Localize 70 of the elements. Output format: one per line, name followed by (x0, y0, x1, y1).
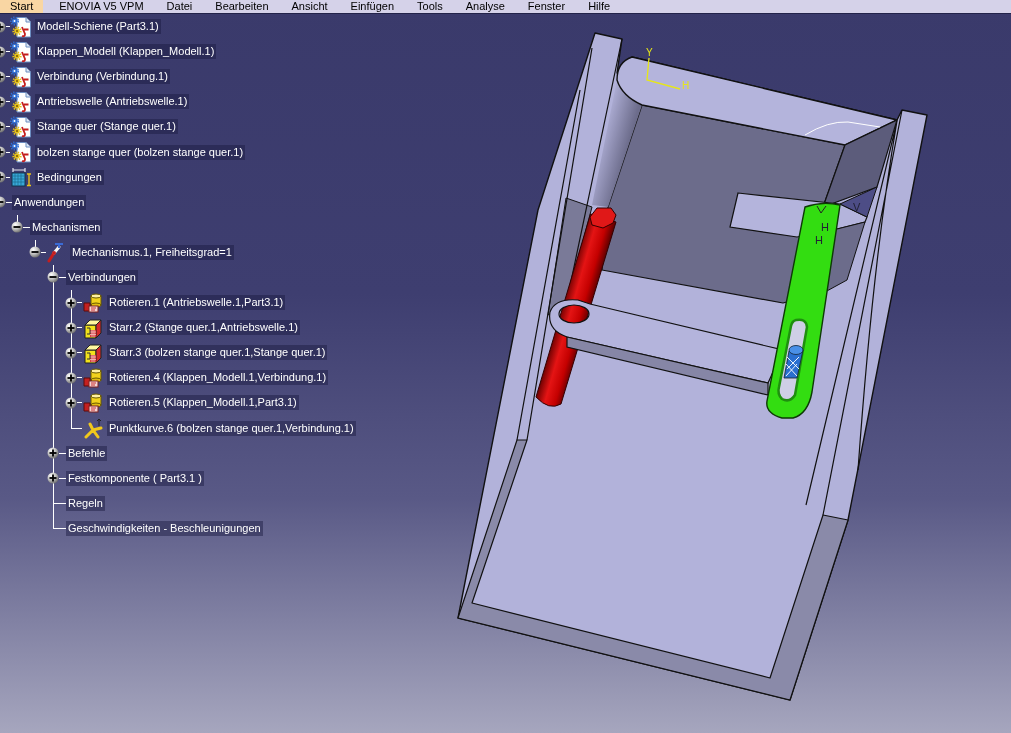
tree-item[interactable]: Punktkurve.6 (bolzen stange quer.1,Verbindung.1) (107, 420, 356, 436)
tree-toggle[interactable] (0, 95, 6, 108)
joint-label: V (853, 201, 861, 213)
cylinder-block-icon (82, 391, 104, 414)
tree-item[interactable]: Rotieren.1 (Antriebswelle.1,Part3.1) (107, 295, 286, 311)
grid-bracket-icon (10, 166, 32, 189)
tree-item[interactable]: Geschwindigkeiten - Beschleunigungen (66, 520, 263, 536)
tree-item[interactable]: Verbindungen (66, 270, 138, 285)
tree-toggle[interactable] (65, 321, 77, 334)
cross-arrow-icon (82, 417, 104, 440)
tree-item[interactable]: Regeln (66, 495, 105, 511)
tree-item[interactable]: Antriebswelle (Antriebswelle.1) (35, 94, 190, 110)
menu-item[interactable]: Start (0, 0, 44, 13)
tree-toggle[interactable] (0, 196, 6, 209)
tree-toggle[interactable] (0, 20, 6, 33)
menu-item[interactable]: Ansicht (284, 0, 335, 13)
joint-label: H (821, 221, 829, 233)
menu-item[interactable]: Einfügen (343, 0, 402, 13)
tree-toggle[interactable] (0, 171, 6, 184)
tree-toggle[interactable] (0, 120, 6, 133)
tree-item[interactable]: Starr.2 (Stange quer.1,Antriebswelle.1) (107, 320, 300, 336)
cube-icon (82, 316, 104, 339)
tree-toggle[interactable] (65, 396, 77, 409)
tree-toggle[interactable] (65, 371, 77, 384)
tree-item[interactable]: Festkomponente ( Part3.1 ) (66, 470, 204, 486)
tree-item[interactable]: Anwendungen (12, 194, 87, 210)
tree-item[interactable]: Stange quer (Stange quer.1) (35, 119, 178, 135)
tree-item[interactable]: Verbindung (Verbindung.1) (35, 69, 170, 85)
axis-label: Y (646, 47, 653, 58)
tree-item[interactable]: Bedingungen (35, 169, 104, 185)
menu-item[interactable]: Bearbeiten (208, 0, 276, 13)
tree-item[interactable]: Mechanismus.1, Freiheitsgrad=1 (70, 244, 234, 260)
menu-item[interactable]: Tools (410, 0, 450, 13)
axis-triad-icon (646, 57, 681, 90)
tree-item[interactable]: Modell-Schiene (Part3.1) (35, 19, 161, 35)
tree-toggle[interactable] (47, 271, 59, 284)
tree-toggle[interactable] (65, 296, 77, 309)
pin (783, 345, 804, 379)
joint-label: H (815, 234, 823, 246)
tree-toggle[interactable] (0, 146, 6, 158)
document-gear-icon (10, 40, 32, 63)
robot-arm-icon (46, 241, 64, 264)
cylinder-block-icon (82, 366, 104, 389)
document-gear-icon (10, 141, 32, 163)
tree-item[interactable]: Rotieren.5 (Klappen_Modell.1,Part3.1) (107, 395, 299, 411)
tree-toggle[interactable] (11, 221, 23, 234)
tree-toggle[interactable] (47, 472, 59, 485)
document-gear-icon (10, 115, 32, 138)
tree-item[interactable]: Rotieren.4 (Klappen_Modell.1,Verbindung.1) (107, 370, 329, 386)
tree-toggle[interactable] (29, 246, 41, 259)
tree-toggle[interactable] (47, 447, 59, 460)
cube-icon (82, 341, 104, 364)
cylinder-block-icon (82, 291, 104, 314)
menu-item[interactable]: Fenster (520, 0, 573, 13)
axis-label: H (682, 80, 690, 91)
tree-toggle[interactable] (65, 346, 77, 359)
tree-toggle[interactable] (0, 70, 6, 83)
tree-item[interactable]: Befehle (66, 445, 108, 461)
document-gear-icon (10, 90, 32, 113)
menu-item[interactable]: ENOVIA V5 VPM (52, 0, 151, 13)
document-gear-icon (10, 15, 32, 38)
tree-item[interactable]: Starr.3 (bolzen stange quer.1,Stange quer.1) (107, 345, 328, 361)
tree-item[interactable]: Klappen_Modell (Klappen_Modell.1) (35, 44, 217, 60)
tree-item[interactable]: Mechanismen (30, 219, 103, 235)
menu-item[interactable]: Analyse (458, 0, 512, 13)
tree-toggle[interactable] (0, 45, 6, 58)
tree-item[interactable]: bolzen stange quer (bolzen stange quer.1) (35, 144, 246, 160)
menu-item[interactable]: Hilfe (581, 0, 618, 13)
menu-item[interactable]: Datei (159, 0, 200, 13)
document-gear-icon (10, 65, 32, 88)
